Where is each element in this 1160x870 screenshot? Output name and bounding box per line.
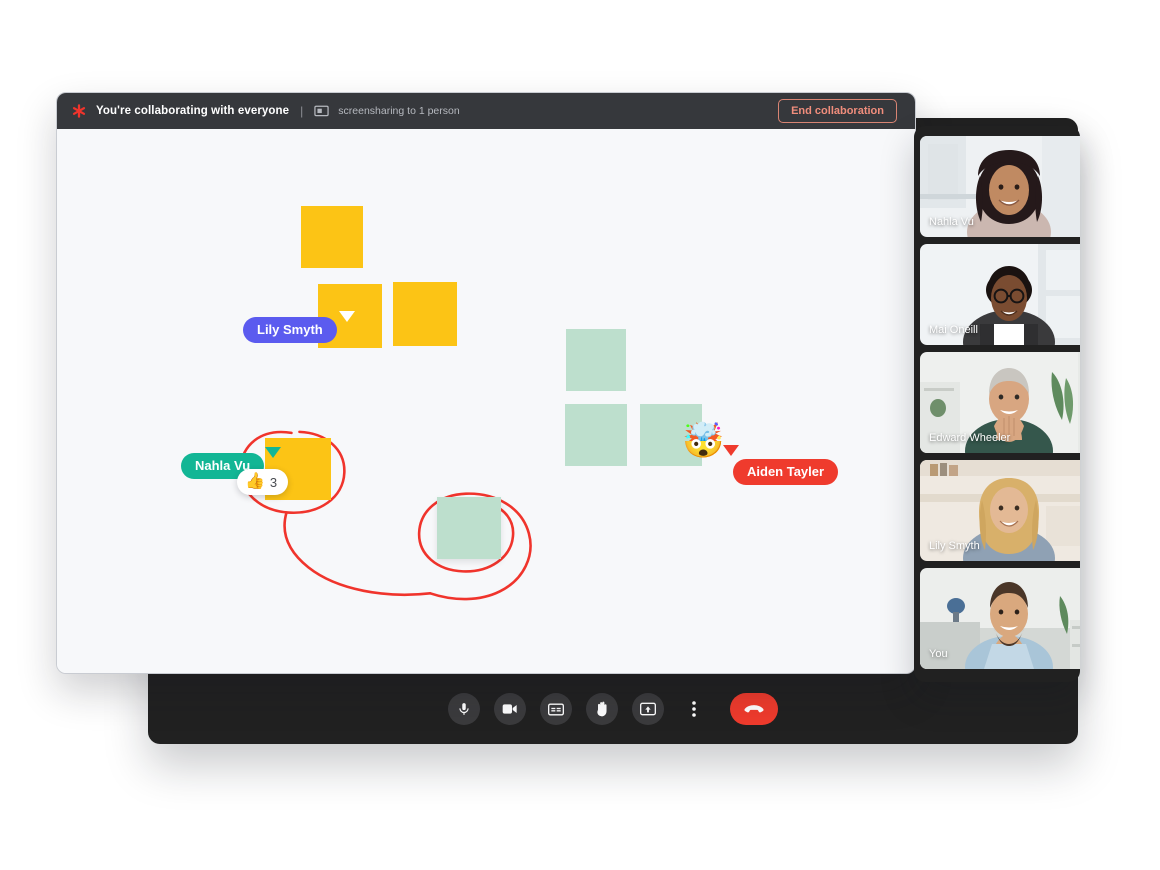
- participant-tile[interactable]: Nahla Vu: [920, 136, 1080, 237]
- phone-hangup-icon: [744, 705, 764, 713]
- sticky-note[interactable]: [437, 497, 501, 559]
- participant-tile-self[interactable]: You: [920, 568, 1080, 669]
- closed-captions-icon: [548, 703, 564, 715]
- cursor-arrow-icon: [723, 445, 739, 456]
- participant-name: Lily Smyth: [929, 540, 980, 552]
- share-screen-button[interactable]: [632, 693, 664, 725]
- sticky-note[interactable]: [393, 282, 457, 346]
- raised-hand-icon: [597, 701, 607, 717]
- participant-name: Nahla Vu: [929, 216, 974, 228]
- sticky-note[interactable]: [566, 329, 626, 391]
- more-vertical-icon: [692, 701, 696, 717]
- cursor-label: Aiden Tayler: [733, 459, 839, 485]
- participant-tile[interactable]: Mai Oneill: [920, 244, 1080, 345]
- collaboration-title: You're collaborating with everyone: [96, 105, 290, 117]
- thumbs-up-icon: 👍: [245, 473, 265, 490]
- sticky-note[interactable]: [565, 404, 627, 466]
- microphone-button[interactable]: [448, 693, 480, 725]
- share-screen-icon: [640, 702, 656, 716]
- whiteboard-canvas[interactable]: 🤯 Lily Smyth Nahla Vu Aiden Tayler 👍 3: [57, 129, 915, 673]
- raise-hand-button[interactable]: [586, 693, 618, 725]
- participant-name: You: [929, 648, 948, 660]
- video-camera-icon: [502, 704, 517, 714]
- participant-name: Edward Wheeler: [929, 432, 1011, 444]
- exploding-head-emoji: 🤯: [682, 422, 725, 460]
- screensharing-status: screensharing to 1 person: [338, 105, 460, 117]
- microphone-icon: [459, 703, 469, 715]
- captions-button[interactable]: [540, 693, 572, 725]
- cursor-arrow-icon: [265, 447, 281, 458]
- participant-tile[interactable]: Lily Smyth: [920, 460, 1080, 561]
- header-divider: |: [300, 104, 304, 118]
- participant-tile[interactable]: Edward Wheeler: [920, 352, 1080, 453]
- more-options-button[interactable]: [678, 693, 710, 725]
- cursor-label: Lily Smyth: [243, 317, 337, 343]
- annotation-drawing: [239, 430, 532, 601]
- meeting-toolbar: [148, 674, 1078, 744]
- reaction-count: 3: [269, 474, 278, 490]
- screenshot-stage: You're collaborating with everyone | scr…: [0, 0, 1160, 870]
- screenshare-window: You're collaborating with everyone | scr…: [56, 92, 916, 674]
- sticky-note[interactable]: [301, 206, 363, 268]
- hangup-button[interactable]: [730, 693, 778, 725]
- screenshare-header: You're collaborating with everyone | scr…: [57, 93, 915, 129]
- end-collaboration-button[interactable]: End collaboration: [778, 99, 897, 123]
- cursor-arrow-icon: [339, 311, 355, 322]
- participant-strip: Nahla Vu Mai Oneill Edward Wheeler Lily …: [914, 126, 1080, 682]
- reaction-badge[interactable]: 👍 3: [237, 469, 289, 495]
- monitor-icon: [314, 105, 329, 116]
- asterisk-icon: [72, 104, 86, 118]
- camera-button[interactable]: [494, 693, 526, 725]
- participant-name: Mai Oneill: [929, 324, 978, 336]
